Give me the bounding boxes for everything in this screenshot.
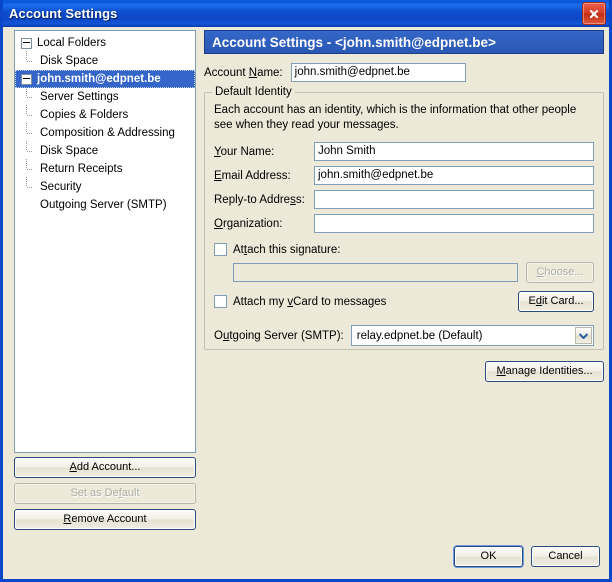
account-name-label: Account Name: [204,66,283,79]
reply-to-address-row: Reply-to Address: [214,190,594,209]
email-address-input[interactable]: john.smith@edpnet.be [314,166,594,185]
outgoing-server-select[interactable]: relay.edpnet.be (Default) [350,325,594,346]
dialog-buttons: OK Cancel [454,546,600,567]
tree-indent-guide [26,123,35,142]
tree-indent-guide [26,159,35,178]
tree-item-label: Composition & Addressing [40,127,175,139]
tree-item-label: Return Receipts [40,163,123,175]
collapse-minus-icon[interactable] [21,73,32,85]
settings-pane: Account Settings - <john.smith@edpnet.be… [204,30,604,382]
remove-account-label: Remove Account [63,513,147,525]
set-as-default-button[interactable]: Set as Default [14,483,196,504]
outgoing-server-label: Outgoing Server (SMTP): [214,329,344,342]
attach-signature-row: Attach this signature: [214,243,594,256]
tree-item-copies-folders[interactable]: Copies & Folders [15,105,195,124]
add-account-button[interactable]: Add Account... [14,457,196,478]
tree-item-disk-space[interactable]: Disk Space [15,51,195,70]
attach-vcard-label: Attach my vCard to messages [233,295,387,308]
tree-item-outgoing-server-smtp[interactable]: Outgoing Server (SMTP) [15,196,195,214]
close-icon[interactable] [582,2,606,25]
attach-vcard-row: Attach my vCard to messages Edit Card... [214,291,594,312]
tree-item-label: Disk Space [40,145,99,157]
tree-item-john-smith-edpnet-be[interactable]: john.smith@edpnet.be [15,70,195,88]
account-actions: Add Account... Set as Default Remove Acc… [14,457,196,535]
account-name-row: Account Name: john.smith@edpnet.be [204,63,604,82]
default-identity-group: Default Identity Each account has an ide… [204,86,604,350]
set-as-default-label: Set as Default [70,487,140,499]
tree-item-label: Outgoing Server (SMTP) [40,199,167,211]
tree-item-label: Copies & Folders [40,109,129,121]
email-address-label: Email Address: [214,169,291,182]
tree-item-disk-space[interactable]: Disk Space [15,141,195,160]
attach-signature-label: Attach this signature: [233,243,341,256]
attach-signature-checkbox[interactable] [214,243,227,256]
tree-item-security[interactable]: Security [15,177,195,196]
outgoing-server-value: relay.edpnet.be (Default) [356,329,483,342]
organization-label: Organization: [214,217,283,230]
window-title: Account Settings [9,5,118,21]
tree-item-label: Server Settings [40,91,119,103]
account-settings-window: Account Settings Local Folders Disk Space… [0,0,612,582]
tree-item-server-settings[interactable]: Server Settings [15,87,195,106]
remove-account-button[interactable]: Remove Account [14,509,196,530]
reply-to-address-input[interactable] [314,190,594,209]
your-name-input[interactable]: John Smith [314,142,594,161]
tree-indent-guide [26,177,35,196]
manage-identities-row: Manage Identities... [204,361,604,382]
signature-path-input[interactable] [233,263,518,282]
account-name-input[interactable]: john.smith@edpnet.be [290,63,466,82]
cancel-button[interactable]: Cancel [531,546,600,567]
signature-path-row: Choose... [214,262,594,283]
choose-signature-button[interactable]: Choose... [526,262,594,283]
manage-identities-button[interactable]: Manage Identities... [485,361,604,382]
accounts-tree[interactable]: Local Folders Disk Space john.smith@edpnet… [14,30,196,453]
default-identity-description: Each account has an identity, which is t… [214,104,577,131]
manage-identities-label: Manage Identities... [496,365,593,377]
your-name-label: Your Name: [214,145,275,158]
tree-item-label: Disk Space [40,55,99,67]
organization-input[interactable] [314,214,594,233]
default-identity-title: Default Identity [212,86,295,98]
organization-row: Organization: [214,214,594,233]
tree-indent-guide [26,51,35,70]
title-bar: Account Settings [3,0,609,27]
choose-signature-label: Choose... [536,266,584,278]
tree-item-local-folders[interactable]: Local Folders [15,34,195,52]
email-address-row: Email Address: john.smith@edpnet.be [214,166,594,185]
reply-to-address-label: Reply-to Address: [214,193,305,206]
chevron-down-icon[interactable] [575,327,592,344]
add-account-label: Add Account... [69,461,141,473]
collapse-minus-icon[interactable] [21,37,32,49]
tree-indent-guide [26,141,35,160]
ok-button[interactable]: OK [454,546,523,567]
your-name-row: Your Name: John Smith [214,142,594,161]
edit-card-label: Edit Card... [528,295,584,307]
tree-item-label: Security [40,181,82,193]
pane-header-title: Account Settings - <john.smith@edpnet.be… [204,30,604,54]
tree-item-label: john.smith@edpnet.be [37,73,161,85]
tree-indent-guide [26,105,35,124]
outgoing-server-row: Outgoing Server (SMTP): relay.edpnet.be … [214,325,594,346]
tree-item-label: Local Folders [37,37,107,49]
tree-item-composition-addressing[interactable]: Composition & Addressing [15,123,195,142]
tree-item-return-receipts[interactable]: Return Receipts [15,159,195,178]
tree-indent-guide [26,87,35,106]
attach-vcard-checkbox[interactable] [214,295,227,308]
edit-card-button[interactable]: Edit Card... [518,291,594,312]
